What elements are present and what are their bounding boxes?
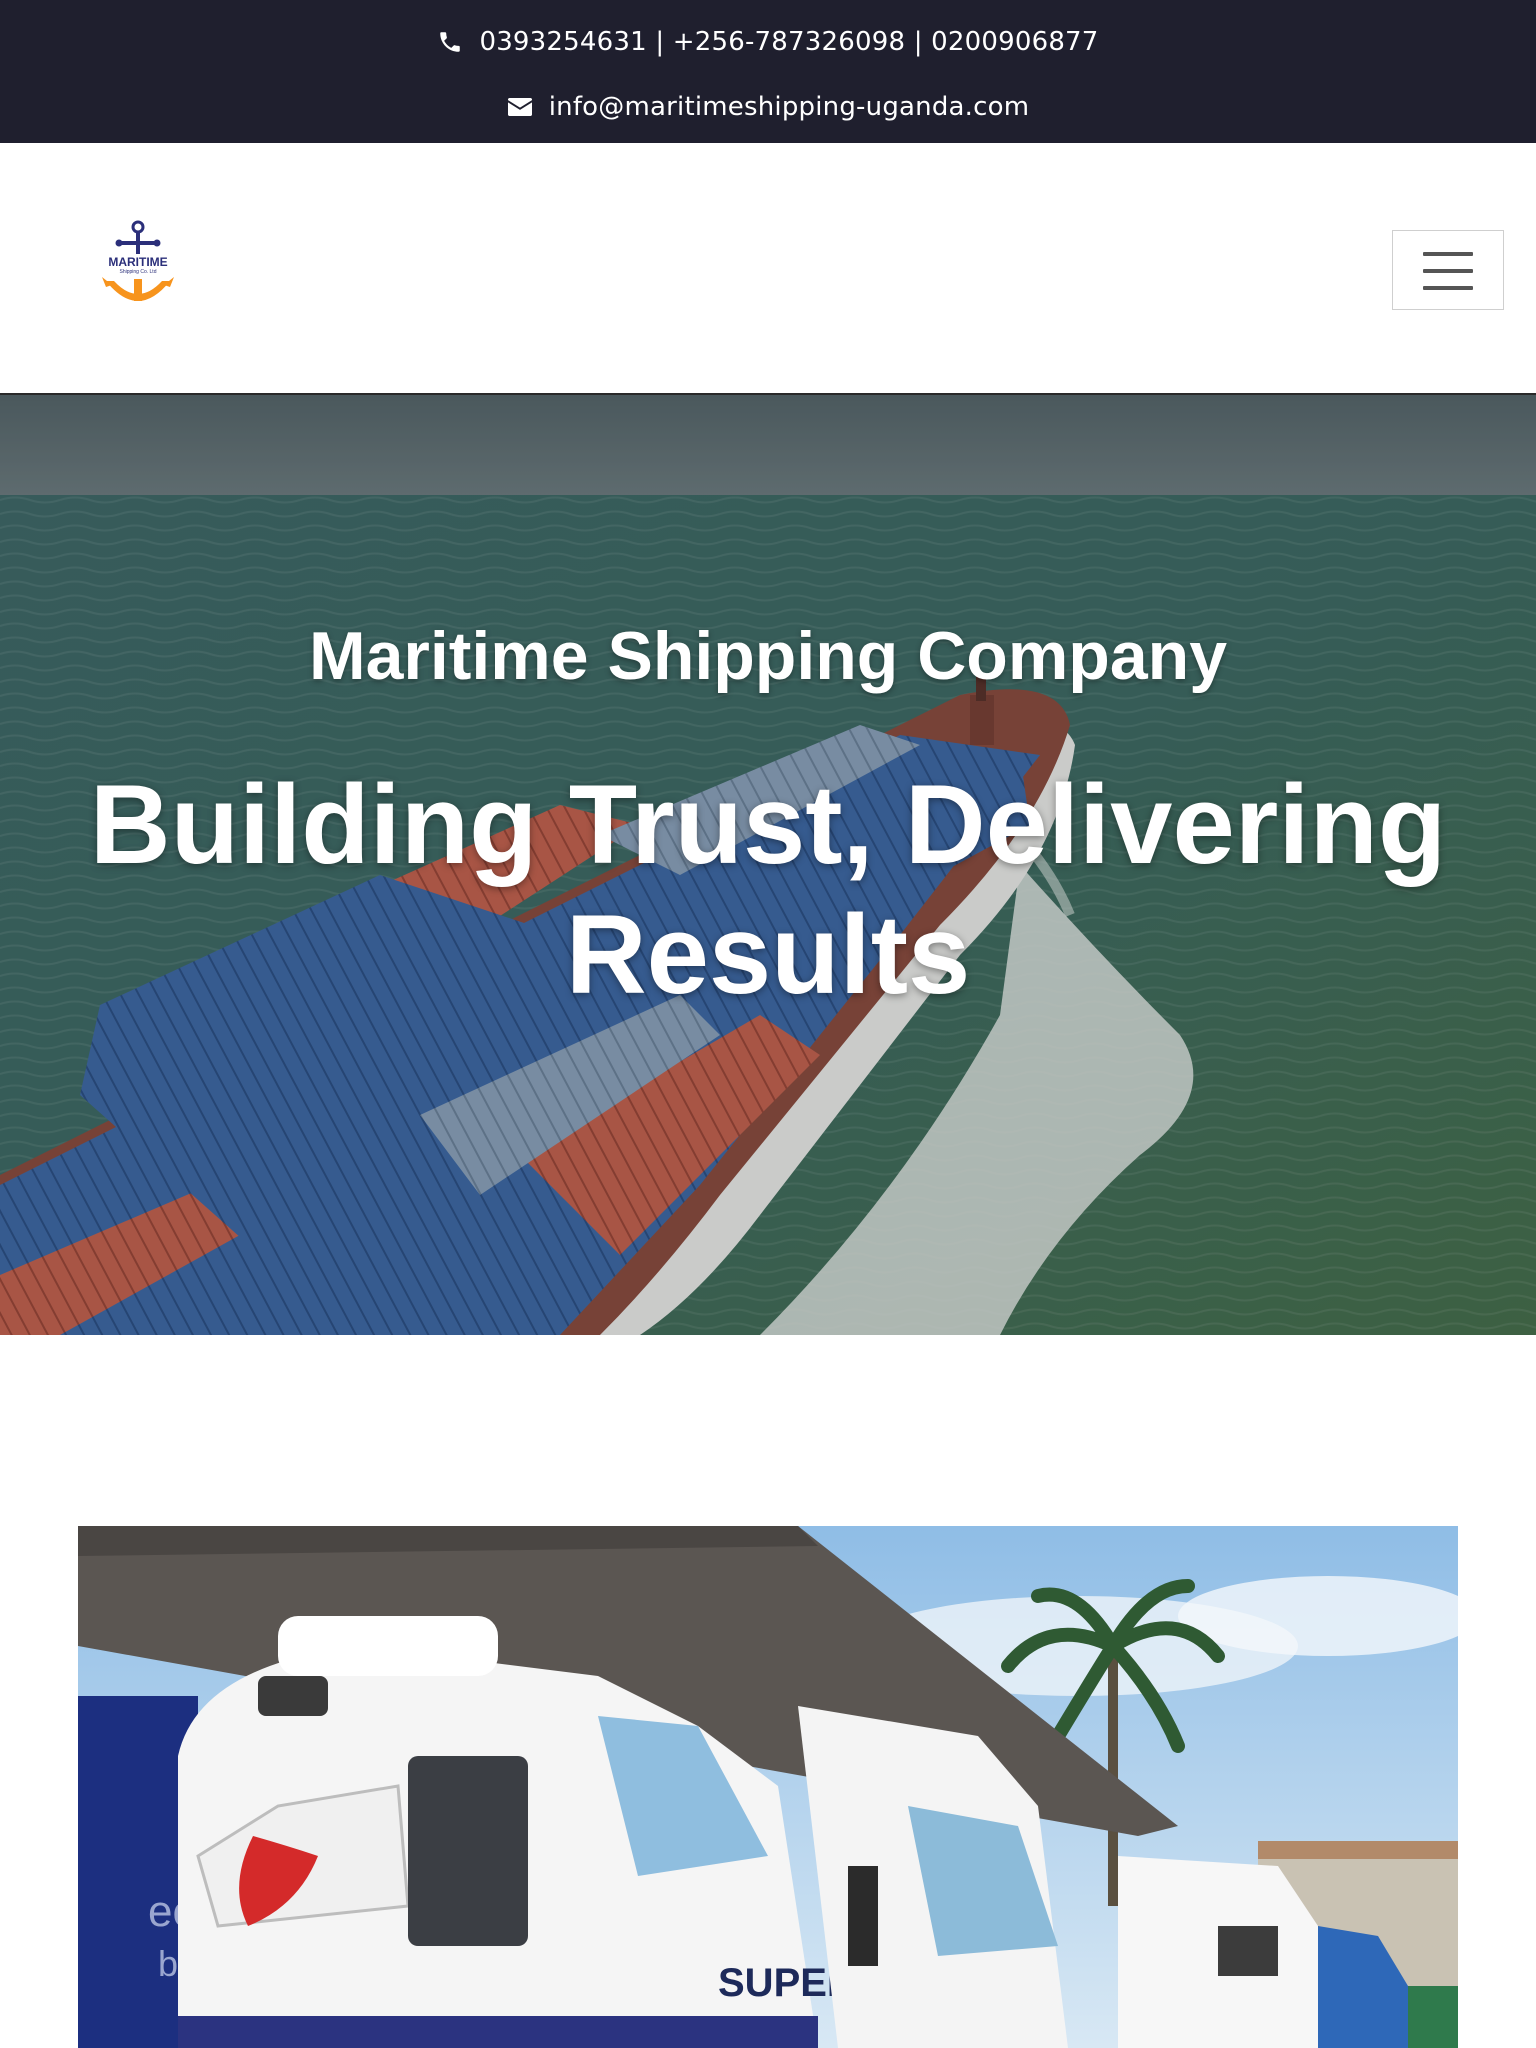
site-logo[interactable]: MARITIME Shipping Co. Ltd	[100, 219, 176, 315]
logo-text: MARITIME	[108, 255, 168, 269]
email-row: info@maritimeshipping-uganda.com	[0, 87, 1536, 127]
hero-title-line1: Building Trust, Delivering	[89, 762, 1447, 887]
logo-subtext: Shipping Co. Ltd	[119, 269, 157, 275]
hero-title-line2: Results	[565, 892, 971, 1017]
hero-subtitle: Maritime Shipping Company	[308, 618, 1228, 694]
trucks-at-depot-image: ec b SUPER S	[78, 1526, 1458, 2048]
hero-title: Building Trust, Delivering Results	[0, 760, 1536, 1020]
site-header: MARITIME Shipping Co. Ltd	[0, 143, 1536, 395]
envelope-icon	[507, 96, 533, 118]
email-link[interactable]: info@maritimeshipping-uganda.com	[549, 92, 1030, 122]
hero-banner: Maritime Shipping Company Building Trust…	[0, 395, 1536, 1335]
phone-icon	[437, 29, 463, 55]
phone-row: 0393254631 | +256-787326098 | 0200906877	[0, 22, 1536, 62]
svg-text:b: b	[158, 1943, 178, 1984]
phone-numbers[interactable]: 0393254631 | +256-787326098 | 0200906877	[479, 27, 1098, 57]
trucks-photo: ec b SUPER S	[78, 1526, 1458, 2048]
menu-toggle-button[interactable]	[1392, 230, 1504, 310]
contact-bar: 0393254631 | +256-787326098 | 0200906877…	[0, 0, 1536, 143]
